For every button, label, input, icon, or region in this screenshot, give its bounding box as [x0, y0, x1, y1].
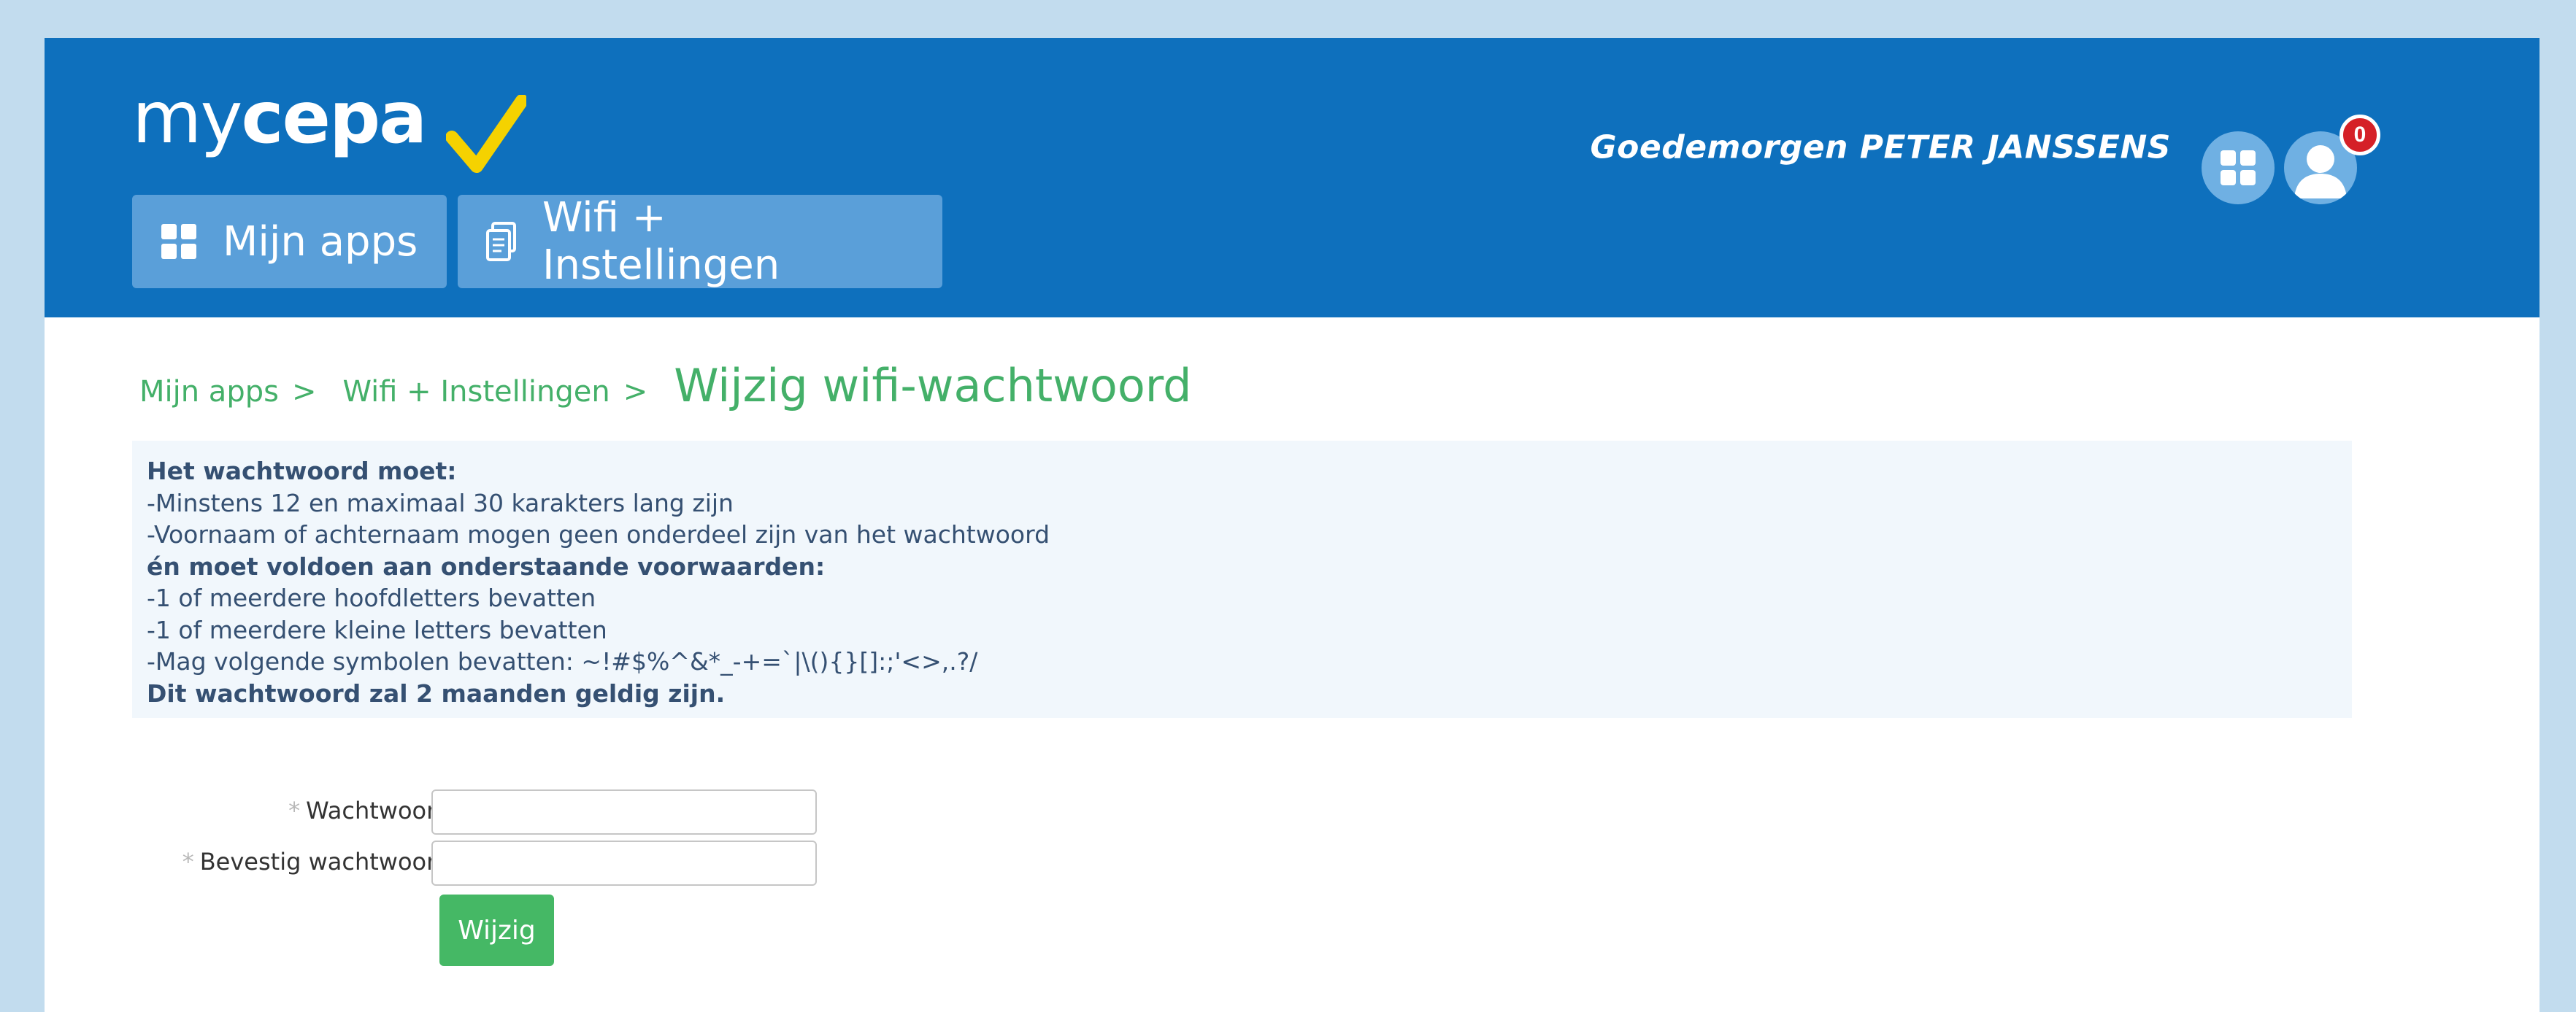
nav-mijn-apps[interactable]: Mijn apps [132, 195, 447, 288]
requirement-line: -Mag volgende symbolen bevatten: ~!#$%^&… [147, 647, 978, 676]
password-field[interactable] [431, 789, 817, 835]
breadcrumb-mijn-apps[interactable]: Mijn apps [139, 375, 279, 409]
breadcrumb-separator: > [291, 375, 317, 409]
breadcrumb-separator: > [623, 375, 648, 409]
wijzig-button[interactable]: Wijzig [439, 895, 554, 966]
requirement-line: -Voornaam of achternaam mogen geen onder… [147, 520, 1050, 549]
page-title: Wijzig wifi-wachtwoord [674, 359, 1192, 412]
apps-grid-icon [160, 223, 198, 260]
notification-badge[interactable]: 0 [2339, 115, 2380, 155]
password-label: * Wachtwoord [139, 797, 450, 824]
required-marker: * [182, 848, 194, 876]
apps-menu-button[interactable] [2202, 131, 2275, 204]
checkmark-icon [446, 95, 527, 173]
requirement-line: -1 of meerdere kleine letters bevatten [147, 615, 607, 644]
header-bar: mycepa Mijn apps Wifi + Instellingen Goe… [45, 38, 2540, 317]
app-window: mycepa Mijn apps Wifi + Instellingen Goe… [45, 38, 2540, 1012]
confirm-password-label: * Bevestig wachtwoord [139, 848, 450, 876]
logo-text: mycepa [132, 67, 427, 169]
logo-text-part-1: my [132, 77, 242, 160]
nav-wifi-instellingen[interactable]: Wifi + Instellingen [458, 194, 942, 289]
confirm-password-label-text: Bevestig wachtwoord [199, 848, 450, 876]
required-marker: * [288, 797, 301, 824]
mycepa-logo[interactable]: mycepa [132, 67, 527, 184]
requirement-line: -1 of meerdere hoofdletters bevatten [147, 584, 596, 612]
document-icon [485, 222, 518, 261]
requirement-line: -Minstens 12 en maximaal 30 karakters la… [147, 488, 734, 517]
apps-grid-icon [2221, 150, 2256, 185]
user-greeting: Goedemorgen PETER JANSSENS [1590, 128, 2171, 166]
main-nav: Mijn apps Wifi + Instellingen [132, 194, 942, 289]
breadcrumb-wifi-instellingen[interactable]: Wifi + Instellingen [342, 375, 610, 409]
nav-mijn-apps-label: Mijn apps [223, 217, 418, 266]
breadcrumb: Mijn apps > Wifi + Instellingen > Wijzig… [139, 359, 1192, 412]
logo-text-part-2: cepa [241, 77, 427, 160]
validity-note: Dit wachtwoord zal 2 maanden geldig zijn… [147, 679, 726, 708]
confirm-password-field[interactable] [431, 841, 817, 886]
conditions-heading: én moet voldoen aan onderstaande voorwaa… [147, 552, 826, 581]
password-requirements: Het wachtwoord moet: -Minstens 12 en max… [132, 441, 2352, 718]
nav-wifi-label: Wifi + Instellingen [542, 194, 780, 289]
password-label-text: Wachtwoord [306, 797, 450, 824]
requirements-heading: Het wachtwoord moet: [147, 457, 457, 485]
